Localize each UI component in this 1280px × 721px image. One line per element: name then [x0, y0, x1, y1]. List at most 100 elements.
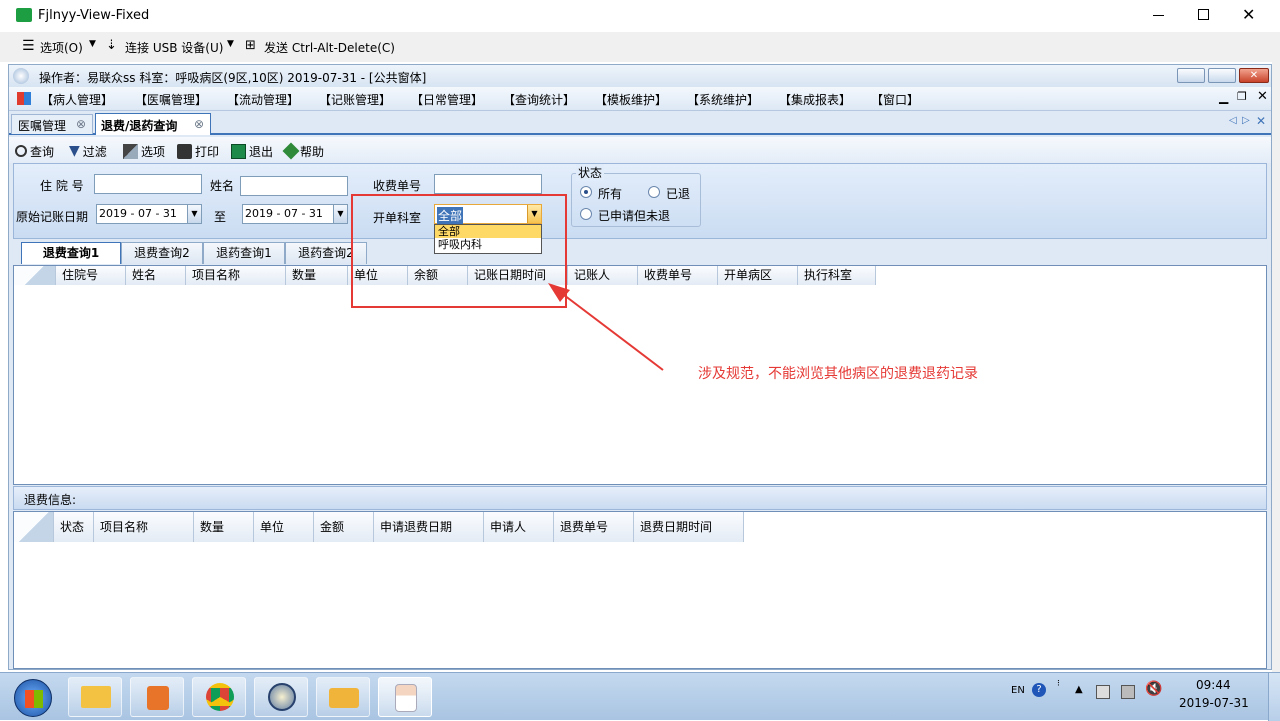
vm-scrollbar[interactable] [1272, 62, 1280, 672]
col-ordering-ward[interactable]: 开单病区 [718, 266, 798, 285]
menu-reports[interactable]: 【集成报表】 [779, 91, 851, 108]
tab-orders[interactable]: 医嘱管理 ⊗ [11, 114, 93, 134]
tab-refund-query-1[interactable]: 退费查询1 [21, 242, 121, 264]
show-desktop-button[interactable] [1268, 673, 1280, 721]
col-inpatient-no[interactable]: 住院号 [56, 266, 126, 285]
tab-refund-query[interactable]: 退费/退药查询 ⊗ [95, 113, 211, 135]
date-to-value: 2019 - 07 - 31 [245, 207, 323, 220]
menu-accounting[interactable]: 【记账管理】 [319, 91, 391, 108]
chevron-down-icon[interactable]: ▼ [89, 39, 96, 49]
grid-corner[interactable] [14, 512, 54, 542]
inpatient-no-input[interactable] [94, 174, 202, 194]
printer-icon [177, 143, 192, 159]
annotation-arrow-icon [548, 283, 664, 371]
clock-date[interactable]: 2019-07-31 [1179, 696, 1249, 710]
mdi-close-icon[interactable]: ✕ [1257, 89, 1268, 104]
explorer-task-button[interactable] [68, 677, 122, 717]
menu-query-stats[interactable]: 【查询统计】 [503, 91, 575, 108]
status-group: 状态 所有 已退 已申请但未退 [571, 164, 701, 227]
options-button[interactable]: 选项 [123, 142, 165, 160]
vm-cad-button[interactable]: 发送 Ctrl-Alt-Delete(C) [264, 39, 395, 56]
vm-title-bar: Fjlnyy-View-Fixed ✕ [0, 0, 1280, 32]
query-button[interactable]: 查询 [15, 142, 54, 160]
menu-window[interactable]: 【窗口】 [871, 91, 919, 108]
name-input[interactable] [240, 176, 348, 196]
col-refund-apply-date[interactable]: 申请退费日期 [374, 512, 484, 542]
status-applied-label: 已申请但未退 [598, 209, 671, 223]
his-app-task-button[interactable] [378, 677, 432, 717]
col-name[interactable]: 姓名 [126, 266, 186, 285]
status-all-radio[interactable] [580, 186, 592, 198]
close-icon[interactable]: ⊗ [194, 117, 204, 131]
date-label: 原始记账日期 [16, 210, 89, 224]
tray-expand-icon[interactable]: ▲ [1075, 684, 1083, 695]
window-menu-icon[interactable] [17, 92, 31, 105]
minimize-icon[interactable] [1153, 15, 1164, 16]
media-player-task-button[interactable] [130, 677, 184, 717]
help-button[interactable]: 帮助 [282, 142, 324, 160]
chrome-task-button[interactable] [192, 677, 246, 717]
flag-icon[interactable] [1096, 685, 1110, 699]
menu-flow[interactable]: 【流动管理】 [227, 91, 299, 108]
grid-corner[interactable] [14, 266, 56, 285]
col-amount[interactable]: 金额 [314, 512, 374, 542]
mdi-minimize-icon[interactable]: ▁ [1219, 90, 1228, 104]
tab-refund-query-2[interactable]: 退费查询2 [121, 242, 203, 264]
col-item-name[interactable]: 项目名称 [94, 512, 194, 542]
mdi-restore-icon[interactable]: ❐ [1237, 90, 1247, 103]
chevron-down-icon[interactable]: ▼ [187, 205, 201, 223]
vm-usb-button[interactable]: 连接 USB 设备(U) [125, 39, 223, 56]
sql-task-button[interactable] [316, 677, 370, 717]
col-item-name[interactable]: 项目名称 [186, 266, 286, 285]
chevron-down-icon[interactable]: ▼ [227, 39, 234, 49]
menu-patient[interactable]: 【病人管理】 [41, 91, 113, 108]
volume-muted-icon[interactable]: 🔇 [1145, 681, 1162, 697]
menu-system[interactable]: 【系统维护】 [687, 91, 759, 108]
col-refund-no[interactable]: 退费单号 [554, 512, 634, 542]
date-to-picker[interactable]: 2019 - 07 - 31 ▼ [242, 204, 348, 224]
compass-task-button[interactable] [254, 677, 308, 717]
tab-drug-return-query-1[interactable]: 退药查询1 [203, 242, 285, 264]
filter-button[interactable]: ▼ 过滤 [69, 142, 107, 160]
col-quantity[interactable]: 数量 [194, 512, 254, 542]
print-button[interactable]: 打印 [177, 142, 219, 160]
tab-scroll-right-icon[interactable]: ▷ [1242, 115, 1250, 126]
help-icon[interactable]: ? [1032, 683, 1046, 697]
app-restore-button[interactable] [1208, 68, 1236, 83]
menu-icon[interactable]: ☰ [22, 38, 35, 54]
maximize-icon[interactable] [1198, 9, 1209, 20]
col-quantity[interactable]: 数量 [286, 266, 348, 285]
tab-scroll-left-icon[interactable]: ◁ [1229, 115, 1237, 126]
exit-button[interactable]: 退出 [231, 142, 273, 160]
windows-logo-icon [25, 690, 43, 708]
name-label: 姓名 [210, 179, 235, 193]
col-executing-dept[interactable]: 执行科室 [798, 266, 876, 285]
date-from-picker[interactable]: 2019 - 07 - 31 ▼ [96, 204, 202, 224]
close-icon[interactable]: ✕ [1242, 5, 1255, 24]
menu-orders[interactable]: 【医嘱管理】 [135, 91, 207, 108]
menu-daily[interactable]: 【日常管理】 [411, 91, 483, 108]
status-group-label: 状态 [576, 164, 605, 181]
inpatient-no-label: 住 院 号 [40, 179, 84, 193]
status-refunded-radio[interactable] [648, 186, 660, 198]
receipt-no-input[interactable] [434, 174, 542, 194]
col-applicant[interactable]: 申请人 [484, 512, 554, 542]
col-status[interactable]: 状态 [54, 512, 94, 542]
tab-close-icon[interactable]: ✕ [1256, 114, 1266, 128]
language-indicator[interactable]: EN [1011, 685, 1025, 696]
app-close-button[interactable]: ✕ [1239, 68, 1269, 83]
menu-templates[interactable]: 【模板维护】 [595, 91, 667, 108]
ime-options-icon[interactable]: ⁝ [1057, 679, 1060, 689]
tab-orders-label: 医嘱管理 [18, 119, 67, 133]
col-refund-datetime[interactable]: 退费日期时间 [634, 512, 744, 542]
col-unit[interactable]: 单位 [254, 512, 314, 542]
vm-options-button[interactable]: 选项(O) [40, 39, 83, 56]
start-button[interactable] [14, 679, 52, 717]
network-status-icon[interactable] [1121, 685, 1135, 699]
app-minimize-button[interactable] [1177, 68, 1205, 83]
app-title-text: 操作者：易联众ss 科室：呼吸病区(9区,10区) 2019-07-31 - [… [39, 71, 427, 85]
chevron-down-icon[interactable]: ▼ [333, 205, 347, 223]
clock-time[interactable]: 09:44 [1196, 678, 1231, 692]
status-applied-radio[interactable] [580, 208, 592, 220]
close-icon[interactable]: ⊗ [76, 117, 86, 131]
